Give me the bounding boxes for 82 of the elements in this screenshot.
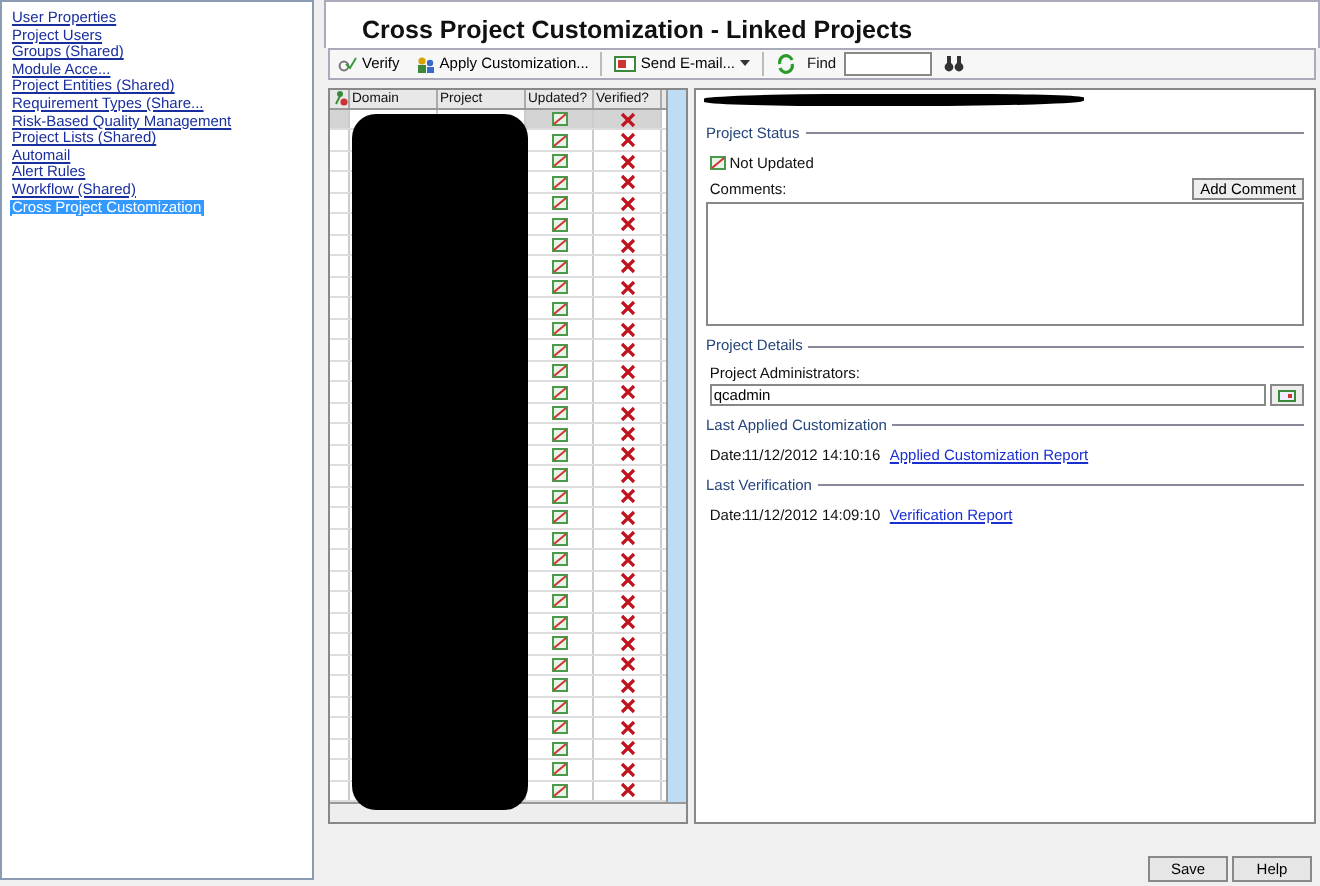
close-icon [619,153,635,170]
close-icon [619,740,635,757]
close-icon [619,593,635,610]
close-icon [619,719,635,736]
flag-icon [551,133,567,148]
close-icon [619,782,635,799]
close-icon [619,530,635,547]
flag-icon [551,280,567,295]
select-users-button[interactable] [1270,383,1304,406]
flag-icon [551,594,567,609]
flag-icon [551,406,567,421]
vertical-scrollbar[interactable] [666,90,686,802]
comments-field[interactable] [706,202,1304,327]
close-icon [619,677,635,694]
close-icon [619,216,635,233]
flag-icon [551,343,567,358]
flag-icon [551,427,567,441]
flag-icon [551,364,567,379]
flag-icon [551,468,567,483]
flag-icon [551,783,567,798]
flag-icon [551,301,567,316]
check-icon [338,56,358,72]
column-header[interactable] [330,90,350,108]
close-icon [619,195,635,212]
close-icon [619,614,635,631]
binoculars-icon [944,56,965,72]
close-icon [619,551,635,568]
flag-icon [551,385,567,400]
flag-icon [551,238,567,253]
refresh-icon [775,54,795,74]
close-icon [619,279,635,296]
close-icon [619,446,635,463]
flag-icon [551,322,567,337]
close-icon [619,363,635,380]
link-icon [332,90,348,107]
close-icon [619,761,635,778]
flag-icon [551,196,567,211]
envelope-icon [614,56,637,72]
close-icon [619,300,635,317]
close-icon [619,572,635,589]
close-icon [619,426,635,442]
close-icon [619,111,635,128]
flag-icon [551,175,567,190]
caret-icon [739,60,749,68]
people-icon [415,55,436,73]
close-icon [619,342,635,359]
flag-icon [551,615,567,630]
flag-icon [551,447,567,462]
flag-icon [709,156,726,171]
close-icon [619,384,635,401]
row-header-cell[interactable] [330,110,350,129]
close-icon [619,174,635,191]
flag-icon [551,510,567,525]
find-field[interactable] [844,52,933,76]
flag-icon [551,217,567,232]
close-icon [619,698,635,715]
close-icon [619,321,635,338]
close-icon [619,635,635,652]
flag-icon [551,699,567,714]
flag-icon [551,720,567,735]
flag-icon [551,154,567,169]
card-icon [1278,389,1296,402]
flag-icon [551,573,567,588]
flag-icon [551,489,567,504]
flag-icon [551,552,567,567]
flag-icon [551,531,567,546]
flag-icon [551,657,567,672]
flag-icon [551,741,567,756]
close-icon [619,132,635,149]
close-icon [619,488,635,505]
flag-icon [551,762,567,777]
close-icon [619,656,635,673]
close-icon [619,509,635,526]
close-icon [619,467,635,484]
flag-icon [551,678,567,693]
binoculars-button[interactable] [940,56,969,72]
close-icon [619,237,635,254]
flag-icon [551,636,567,651]
flag-icon [551,259,567,274]
close-icon [619,258,635,275]
close-icon [619,405,635,422]
page-title: Cross Project Customization - Linked Projects [324,0,1320,48]
